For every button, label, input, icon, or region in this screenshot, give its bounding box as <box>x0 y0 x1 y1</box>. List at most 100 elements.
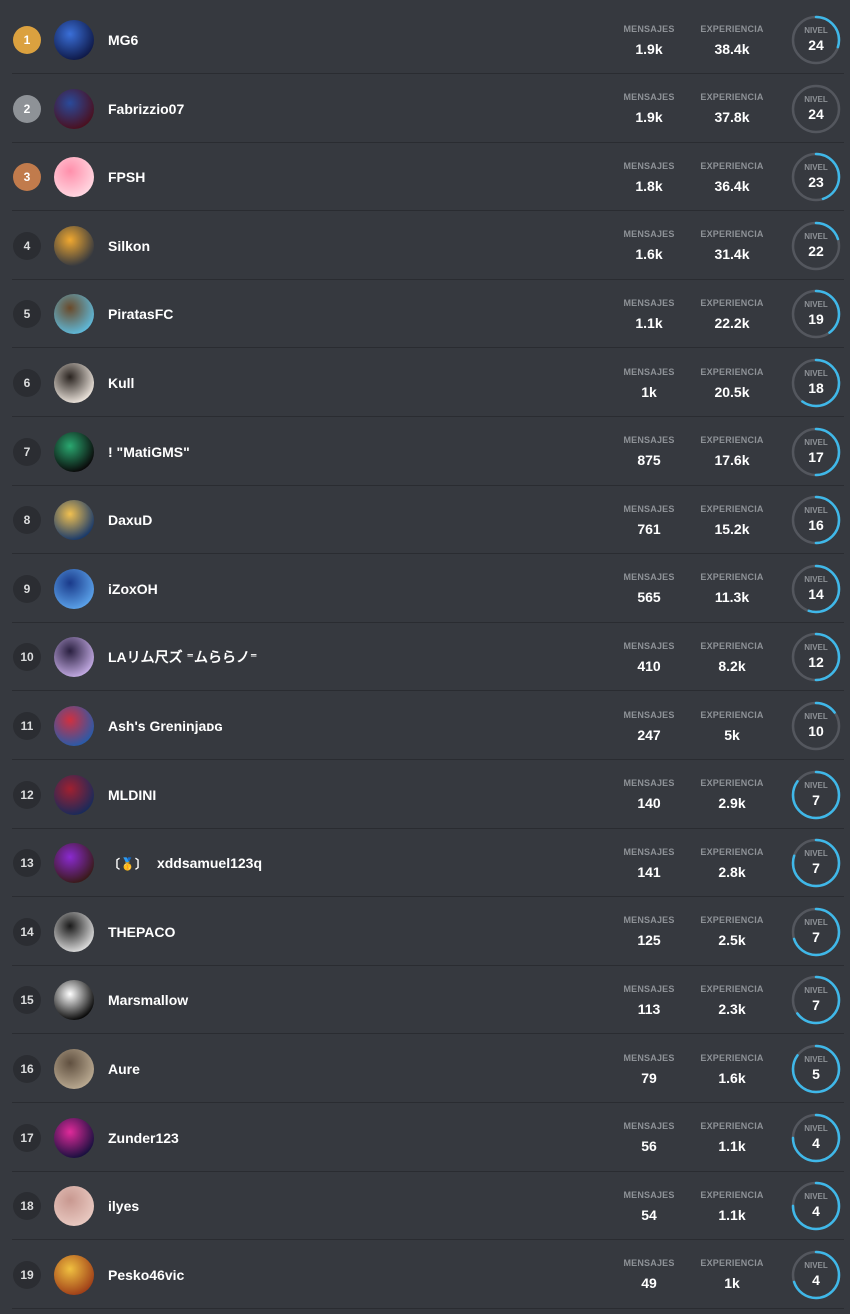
player-name[interactable]: 〔🥇〕 xddsamuel123q <box>108 855 262 872</box>
player-name[interactable]: Silkon <box>108 238 150 254</box>
avatar[interactable] <box>54 294 94 335</box>
leaderboard-row-13[interactable]: 13 〔🥇〕 xddsamuel123q MENSAJES 141 EXPERIE… <box>0 829 850 898</box>
experience-stat: EXPERIENCIA 2.8k <box>692 847 772 880</box>
experience-value: 2.8k <box>718 863 746 880</box>
leaderboard-row-17[interactable]: 17 Zunder123 MENSAJES 56 EXPERIENCIA 1.1… <box>0 1104 850 1172</box>
avatar[interactable] <box>54 911 94 952</box>
experience-stat: EXPERIENCIA 15.2k <box>692 504 772 537</box>
messages-label: MENSAJES <box>623 1121 675 1132</box>
experience-stat: EXPERIENCIA 36.4k <box>692 161 772 194</box>
experience-stat: EXPERIENCIA 5k <box>692 710 772 743</box>
leaderboard-row-2[interactable]: 2 Fabrizzio07 MENSAJES 1.9k EXPERIENCIA … <box>0 75 850 143</box>
level-value: 12 <box>808 654 824 671</box>
leaderboard: 1 MG6 MENSAJES 1.9k EXPERIENCIA 38.4k NI… <box>0 0 850 1314</box>
leaderboard-row-16[interactable]: 16 Aure MENSAJES 79 EXPERIENCIA 1.6k NIV… <box>0 1035 850 1103</box>
leaderboard-row-12[interactable]: 12 MLDINI MENSAJES 140 EXPERIENCIA 2.9k … <box>0 761 850 829</box>
level-ring: NIVEL 7 <box>790 769 842 821</box>
avatar[interactable] <box>54 843 94 884</box>
avatar[interactable] <box>54 1254 94 1295</box>
player-name[interactable]: DaxuD <box>108 512 152 528</box>
messages-value: 49 <box>641 1275 657 1292</box>
avatar[interactable] <box>54 500 94 541</box>
avatar[interactable] <box>54 980 94 1021</box>
messages-stat: MENSAJES 410 <box>609 641 689 674</box>
messages-stat: MENSAJES 54 <box>609 1190 689 1223</box>
player-name[interactable]: Pesko46vic <box>108 1267 184 1283</box>
avatar[interactable] <box>54 774 94 815</box>
avatar[interactable] <box>54 157 94 198</box>
leaderboard-row-4[interactable]: 4 Silkon MENSAJES 1.6k EXPERIENCIA 31.4k… <box>0 212 850 280</box>
player-name[interactable]: Kull <box>108 375 134 391</box>
level-label: NIVEL <box>804 300 828 310</box>
player-name[interactable]: FPSH <box>108 169 145 185</box>
level-ring: NIVEL 18 <box>790 357 842 409</box>
level-ring: NIVEL 7 <box>790 974 842 1026</box>
messages-label: MENSAJES <box>623 229 675 240</box>
leaderboard-row-18[interactable]: 18 ilyes MENSAJES 54 EXPERIENCIA 1.1k NI… <box>0 1172 850 1241</box>
level-label: NIVEL <box>804 574 828 584</box>
player-name[interactable]: Ash's Greninjaᴅɢ <box>108 718 223 734</box>
player-name[interactable]: ! "MatiGMS" <box>108 444 190 460</box>
player-name[interactable]: LAリム尺ズ ⁼ムららノ⁼ <box>108 647 257 667</box>
player-name[interactable]: MLDINI <box>108 787 156 803</box>
player-name[interactable]: Fabrizzio07 <box>108 101 184 117</box>
leaderboard-row-15[interactable]: 15 Marsmallow MENSAJES 113 EXPERIENCIA 2… <box>0 966 850 1035</box>
leaderboard-row-5[interactable]: 5 PiratasFC MENSAJES 1.1k EXPERIENCIA 22… <box>0 280 850 349</box>
messages-value: 410 <box>637 657 661 674</box>
experience-value: 20.5k <box>714 383 750 400</box>
avatar[interactable] <box>54 88 94 129</box>
rank-badge: 5 <box>13 300 41 329</box>
player-name[interactable]: MG6 <box>108 32 138 48</box>
level-value: 14 <box>808 585 824 602</box>
leaderboard-row-11[interactable]: 11 Ash's Greninjaᴅɢ MENSAJES 247 EXPERIE… <box>0 692 850 760</box>
avatar[interactable] <box>54 637 94 678</box>
player-name-text: THEPACO <box>108 923 176 940</box>
messages-stat: MENSAJES 1.9k <box>609 92 689 125</box>
messages-stat: MENSAJES 875 <box>609 435 689 468</box>
avatar[interactable] <box>54 568 94 609</box>
avatar[interactable] <box>54 20 94 60</box>
leaderboard-row-1[interactable]: 1 MG6 MENSAJES 1.9k EXPERIENCIA 38.4k NI… <box>0 6 850 74</box>
level-ring: NIVEL 14 <box>790 563 842 615</box>
messages-value: 761 <box>637 520 661 537</box>
avatar[interactable] <box>54 1186 94 1227</box>
messages-value: 79 <box>641 1069 657 1086</box>
player-name-text: Pesko46vic <box>108 1266 185 1283</box>
level-value: 10 <box>808 723 824 739</box>
avatar[interactable] <box>54 706 94 746</box>
player-name[interactable]: Aure <box>108 1061 140 1077</box>
experience-label: EXPERIENCIA <box>700 1121 764 1132</box>
player-name[interactable]: iZoxOH <box>108 581 158 597</box>
leaderboard-row-6[interactable]: 6 Kull MENSAJES 1k EXPERIENCIA 20.5k NIV… <box>0 349 850 417</box>
avatar[interactable] <box>54 1117 94 1158</box>
player-name[interactable]: Marsmallow <box>108 992 188 1008</box>
leaderboard-row-3[interactable]: 3 FPSH MENSAJES 1.8k EXPERIENCIA 36.4k N… <box>0 143 850 212</box>
experience-value: 1k <box>724 1275 740 1292</box>
level-value: 23 <box>808 174 824 191</box>
avatar[interactable] <box>54 363 94 403</box>
experience-label: EXPERIENCIA <box>700 435 764 446</box>
experience-stat: EXPERIENCIA 11.3k <box>692 572 772 605</box>
leaderboard-row-8[interactable]: 8 DaxuD MENSAJES 761 EXPERIENCIA 15.2k N… <box>0 486 850 555</box>
messages-label: MENSAJES <box>623 846 675 857</box>
leaderboard-row-14[interactable]: 14 THEPACO MENSAJES 125 EXPERIENCIA 2.5k… <box>0 898 850 966</box>
experience-label: EXPERIENCIA <box>700 915 764 926</box>
leaderboard-row-19[interactable]: 19 Pesko46vic MENSAJES 49 EXPERIENCIA 1k… <box>0 1241 850 1309</box>
avatar[interactable] <box>54 225 94 266</box>
level-value: 7 <box>812 791 820 808</box>
experience-label: EXPERIENCIA <box>700 297 764 308</box>
player-name[interactable]: ilyes <box>108 1198 139 1214</box>
experience-label: EXPERIENCIA <box>700 1189 764 1200</box>
level-value: 4 <box>812 1271 820 1288</box>
player-name[interactable]: Zunder123 <box>108 1130 179 1146</box>
level-label: NIVEL <box>804 163 828 173</box>
leaderboard-row-9[interactable]: 9 iZoxOH MENSAJES 565 EXPERIENCIA 11.3k … <box>0 555 850 623</box>
player-name[interactable]: PiratasFC <box>108 306 173 322</box>
experience-label: EXPERIENCIA <box>700 160 764 171</box>
player-name[interactable]: THEPACO <box>108 924 175 940</box>
avatar[interactable] <box>54 1049 94 1089</box>
leaderboard-row-10[interactable]: 10 LAリム尺ズ ⁼ムららノ⁼ MENSAJES 410 EXPERIENCI… <box>0 623 850 692</box>
leaderboard-row-7[interactable]: 7 ! "MatiGMS" MENSAJES 875 EXPERIENCIA 1… <box>0 418 850 486</box>
level-value: 7 <box>812 928 820 945</box>
avatar[interactable] <box>54 431 94 472</box>
